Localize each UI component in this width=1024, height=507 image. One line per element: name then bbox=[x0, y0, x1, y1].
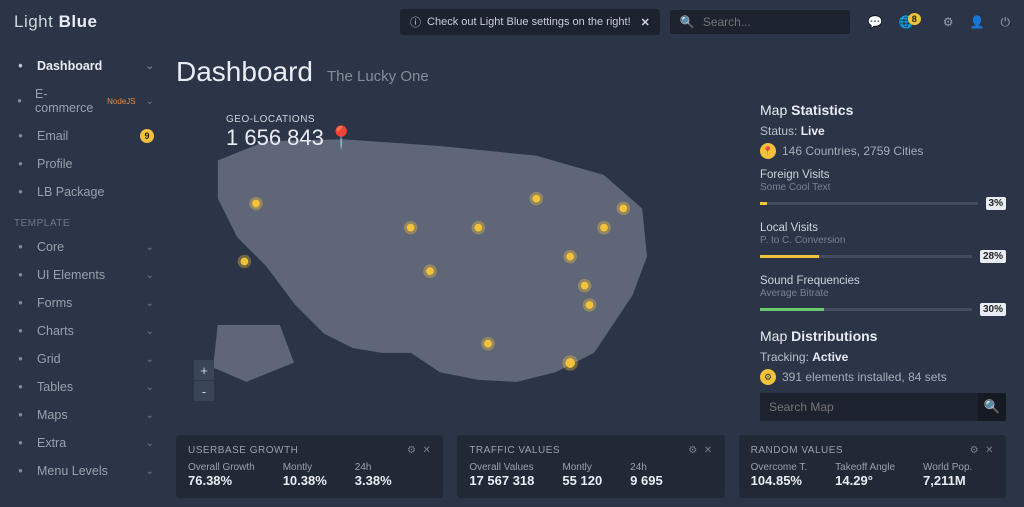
map-area[interactable]: GEO-LOCATIONS 1 656 843📍 bbox=[176, 102, 742, 421]
nav-icon: • bbox=[14, 94, 25, 108]
gear-icon[interactable]: ⚙ bbox=[688, 445, 697, 456]
settings-icon[interactable]: ⚙ bbox=[943, 15, 954, 29]
metric: Montly10.38% bbox=[283, 462, 327, 488]
search-map-button[interactable]: 🔍 bbox=[978, 393, 1006, 421]
chevron-down-icon: ⌄ bbox=[146, 438, 154, 449]
metric: World Pop.7,211M bbox=[923, 462, 972, 488]
card-traffic-values: TRAFFIC VALUES⚙✕Overall Values17 567 318… bbox=[457, 435, 724, 498]
sidebar-item-tables[interactable]: •Tables⌄ bbox=[0, 373, 168, 401]
globe-icon[interactable]: 🌐8 bbox=[899, 15, 927, 29]
metric: Overcome T.104.85% bbox=[751, 462, 808, 488]
nav-icon: • bbox=[14, 240, 27, 254]
nav-icon: • bbox=[14, 352, 27, 366]
map-statistics: Map Statistics Status: Live 📍146 Countri… bbox=[760, 102, 1006, 421]
metric: Takeoff Angle14.29° bbox=[835, 462, 895, 488]
nav-icon: • bbox=[14, 59, 27, 73]
card-userbase-growth: USERBASE GROWTH⚙✕Overall Growth76.38%Mon… bbox=[176, 435, 443, 498]
close-icon[interactable]: ✕ bbox=[704, 445, 713, 456]
chevron-down-icon: ⌄ bbox=[146, 326, 154, 337]
pin-badge-icon: 📍 bbox=[760, 143, 776, 159]
power-icon[interactable]: ⏻ bbox=[1001, 15, 1011, 30]
stat-local-visits: Local VisitsP. to C. Conversion28% bbox=[760, 222, 1006, 263]
nav-icon: • bbox=[14, 380, 27, 394]
nav-icon: • bbox=[14, 408, 27, 422]
info-icon: ⓘ bbox=[410, 14, 421, 30]
sidebar-section-template: TEMPLATE bbox=[0, 206, 168, 233]
nav-icon: • bbox=[14, 324, 27, 338]
close-icon[interactable]: ✕ bbox=[985, 445, 994, 456]
search-map-input[interactable] bbox=[760, 393, 978, 421]
chevron-down-icon: ⌄ bbox=[146, 270, 154, 281]
sidebar-item-charts[interactable]: •Charts⌄ bbox=[0, 317, 168, 345]
gear-icon[interactable]: ⚙ bbox=[407, 445, 416, 456]
settings-alert: ⓘ Check out Light Blue settings on the r… bbox=[400, 9, 660, 35]
gear-icon[interactable]: ⚙ bbox=[970, 445, 979, 456]
chevron-down-icon: ⌄ bbox=[146, 466, 154, 477]
pin-icon: 📍 bbox=[328, 125, 355, 151]
map-zoom-out[interactable]: - bbox=[194, 381, 214, 401]
page-subtitle: The Lucky One bbox=[327, 68, 429, 85]
sidebar-item-e-commerce[interactable]: •E-commerceNodeJS⌄ bbox=[0, 80, 168, 122]
metric: 24h9 695 bbox=[630, 462, 663, 488]
nav-icon: • bbox=[14, 185, 27, 199]
search-bar[interactable]: 🔍 bbox=[670, 10, 850, 34]
sidebar-item-ui-elements[interactable]: •UI Elements⌄ bbox=[0, 261, 168, 289]
metric: 24h3.38% bbox=[355, 462, 392, 488]
sidebar-item-lb-package[interactable]: •LB Package bbox=[0, 178, 168, 206]
sidebar-item-grid[interactable]: •Grid⌄ bbox=[0, 345, 168, 373]
nav-icon: • bbox=[14, 268, 27, 282]
chevron-down-icon: ⌄ bbox=[146, 242, 154, 253]
metric: Overall Values17 567 318 bbox=[469, 462, 534, 488]
sidebar-item-core[interactable]: •Core⌄ bbox=[0, 233, 168, 261]
chevron-down-icon: ⌄ bbox=[146, 298, 154, 309]
sidebar-item-forms[interactable]: •Forms⌄ bbox=[0, 289, 168, 317]
nav-icon: • bbox=[14, 464, 27, 478]
metric: Overall Growth76.38% bbox=[188, 462, 255, 488]
metric: Montly55 120 bbox=[562, 462, 602, 488]
gear-badge-icon: ⚙ bbox=[760, 369, 776, 385]
nav-icon: • bbox=[14, 296, 27, 310]
nav-icon: • bbox=[14, 436, 27, 450]
geo-locations-box: GEO-LOCATIONS 1 656 843📍 bbox=[226, 114, 355, 151]
search-icon: 🔍 bbox=[680, 15, 695, 29]
stat-sound-frequencies: Sound FrequenciesAverage Bitrate30% bbox=[760, 275, 1006, 316]
sidebar-item-profile[interactable]: •Profile bbox=[0, 150, 168, 178]
nav-icon: • bbox=[14, 129, 27, 143]
user-icon[interactable]: 👤 bbox=[970, 15, 985, 29]
chevron-down-icon: ⌄ bbox=[146, 410, 154, 421]
badge: 9 bbox=[140, 129, 154, 143]
sidebar-item-menu-levels[interactable]: •Menu Levels⌄ bbox=[0, 457, 168, 485]
chevron-down-icon: ⌄ bbox=[146, 382, 154, 393]
search-input[interactable] bbox=[703, 15, 840, 29]
sidebar-item-extra[interactable]: •Extra⌄ bbox=[0, 429, 168, 457]
chevron-down-icon: ⌄ bbox=[146, 96, 154, 107]
alert-close-icon[interactable]: ✕ bbox=[641, 16, 650, 29]
nav-icon: • bbox=[14, 157, 27, 171]
chevron-down-icon: ⌄ bbox=[146, 61, 154, 72]
stat-foreign-visits: Foreign VisitsSome Cool Text3% bbox=[760, 169, 1006, 210]
sidebar-item-dashboard[interactable]: •Dashboard⌄ bbox=[0, 52, 168, 80]
card-random-values: RANDOM VALUES⚙✕Overcome T.104.85%Takeoff… bbox=[739, 435, 1006, 498]
sidebar-item-maps[interactable]: •Maps⌄ bbox=[0, 401, 168, 429]
chat-icon[interactable]: 💬 bbox=[868, 15, 883, 29]
map-zoom-in[interactable]: + bbox=[194, 360, 214, 380]
app-brand: Light Blue bbox=[14, 12, 97, 32]
sidebar: •Dashboard⌄•E-commerceNodeJS⌄•Email9•Pro… bbox=[0, 44, 168, 507]
sidebar-item-email[interactable]: •Email9 bbox=[0, 122, 168, 150]
chevron-down-icon: ⌄ bbox=[146, 354, 154, 365]
page-title: Dashboard bbox=[176, 56, 313, 88]
close-icon[interactable]: ✕ bbox=[422, 445, 431, 456]
